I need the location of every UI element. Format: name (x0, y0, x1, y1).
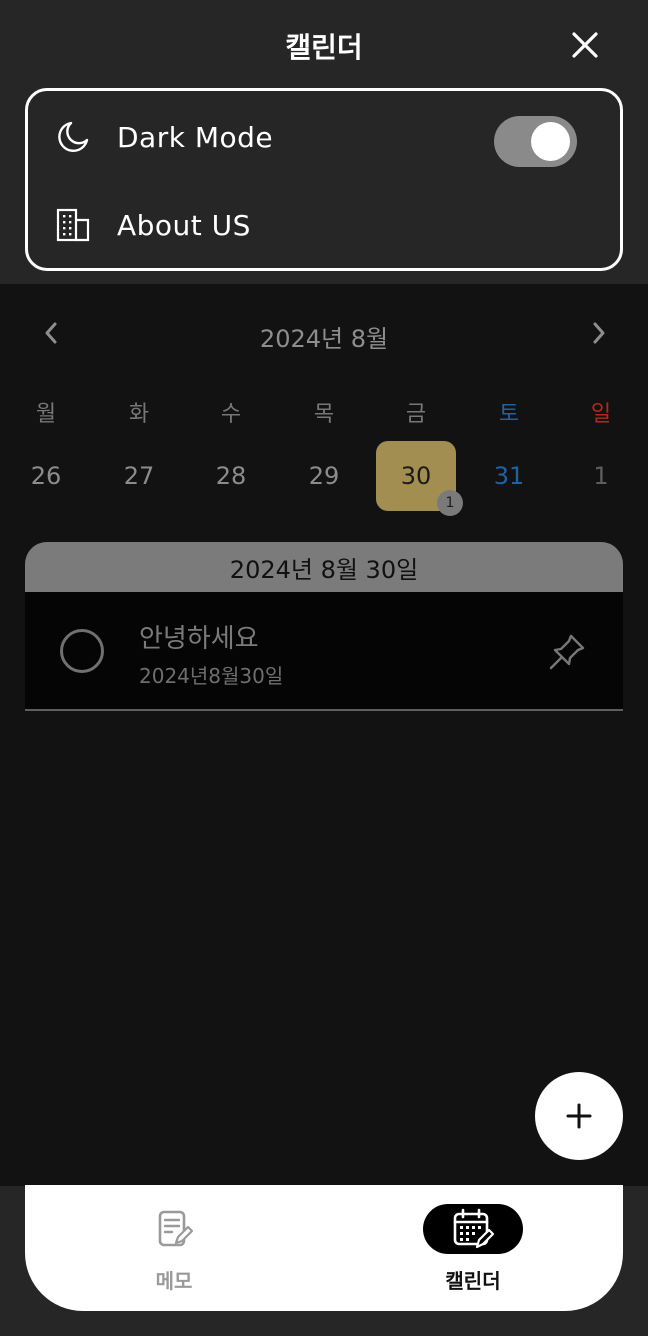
weekday-mon: 월 (35, 402, 57, 427)
memo-title: 안녕하세요 (139, 624, 259, 654)
day-cell-selected[interactable]: 30 1 (376, 441, 463, 516)
weekday-fri: 금 (405, 402, 427, 427)
toggle-knob (531, 122, 570, 161)
memo-item[interactable]: 안녕하세요 2024년8월30일 (25, 592, 623, 711)
nav-calendar[interactable]: 캘린더 (373, 1185, 573, 1311)
calendar-icon (453, 1208, 495, 1249)
day-number: 28 (215, 462, 247, 490)
weekday-tue: 화 (128, 402, 150, 427)
calendar-view: 2024년 8월 월 화 수 목 금 토 일 26 27 28 29 30 1 … (0, 284, 648, 1186)
weekday-sat: 토 (498, 402, 520, 427)
day-number: 1 (593, 462, 609, 490)
screen: 캘린더 Dark Mode About US 2024년 8월 월 화 수 목 … (0, 0, 648, 1336)
day-cell[interactable]: 26 (6, 441, 86, 511)
pin-icon (549, 634, 585, 670)
selected-date-card: 2024년 8월 30일 안녕하세요 2024년8월30일 (25, 542, 623, 711)
day-cell[interactable]: 1 (561, 441, 641, 511)
dark-mode-toggle[interactable] (494, 116, 577, 167)
nav-memo-label: 메모 (155, 1269, 193, 1293)
memo-checkbox[interactable] (60, 629, 104, 673)
about-us-row[interactable]: About US (28, 185, 620, 265)
close-icon (572, 32, 598, 58)
memo-date: 2024년8월30일 (139, 664, 284, 688)
day-cell[interactable]: 31 (469, 441, 549, 511)
close-button[interactable] (566, 26, 604, 64)
plus-icon (566, 1103, 592, 1129)
page-title: 캘린더 (285, 31, 363, 64)
settings-panel: Dark Mode About US (25, 88, 623, 271)
weekday-wed: 수 (220, 402, 242, 427)
add-button[interactable] (535, 1072, 623, 1160)
day-number: 27 (123, 462, 155, 490)
day-number: 26 (30, 462, 62, 490)
month-bar: 2024년 8월 (0, 284, 648, 384)
building-icon (54, 206, 92, 244)
header: 캘린더 (0, 0, 648, 90)
day-number: 29 (308, 462, 340, 490)
selected-date-title: 2024년 8월 30일 (25, 542, 623, 592)
nav-memo[interactable]: 메모 (74, 1185, 274, 1311)
nav-calendar-label: 캘린더 (445, 1269, 501, 1293)
bottom-nav: 메모 캘린더 (25, 1185, 623, 1311)
moon-icon (54, 118, 92, 156)
day-cell[interactable]: 29 (284, 441, 364, 511)
nav-calendar-icon-wrap (423, 1204, 523, 1254)
memo-count-badge: 1 (437, 490, 463, 516)
weekday-sun: 일 (590, 402, 612, 427)
day-cell[interactable]: 27 (99, 441, 179, 511)
dark-mode-label: Dark Mode (117, 120, 274, 154)
month-title: 2024년 8월 (259, 325, 389, 353)
nav-memo-icon-wrap (124, 1204, 224, 1254)
day-number: 31 (493, 462, 525, 490)
weekday-thu: 목 (313, 402, 335, 427)
next-month-button[interactable] (584, 318, 614, 348)
dark-mode-row[interactable]: Dark Mode (28, 97, 620, 177)
pin-button[interactable] (545, 630, 589, 674)
chevron-right-icon (593, 322, 605, 344)
memo-icon (158, 1210, 194, 1247)
about-us-label: About US (117, 208, 251, 242)
day-cell[interactable]: 28 (191, 441, 271, 511)
day-number: 30 (400, 462, 432, 490)
